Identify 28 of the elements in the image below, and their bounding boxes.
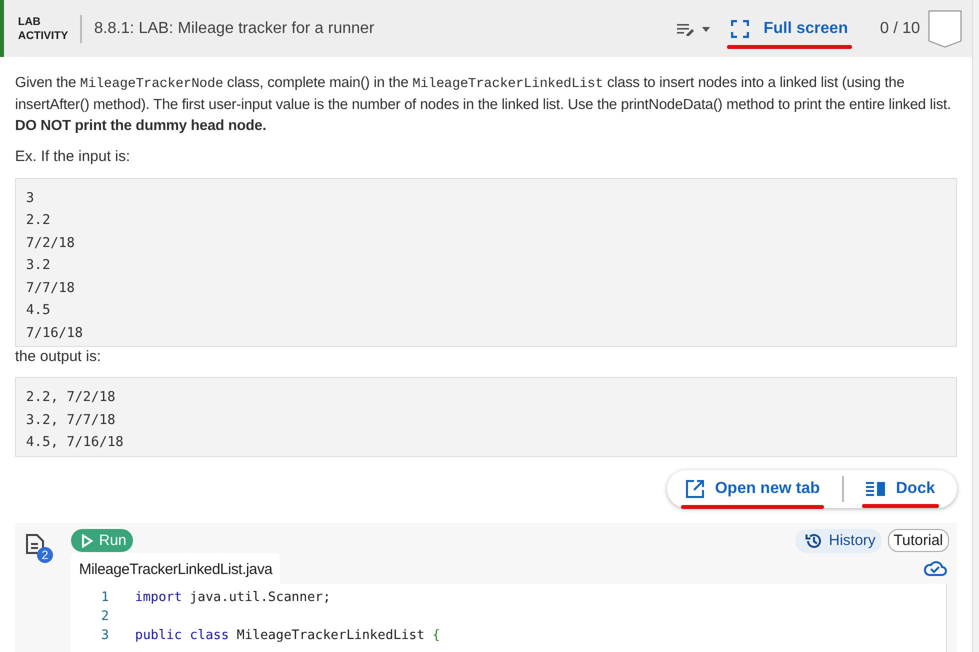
score-text: 0 / 10 [880,20,920,38]
cloud-check-icon [923,559,947,577]
run-button[interactable]: Run [71,529,133,552]
tutorial-button[interactable]: Tutorial [888,529,949,552]
example-output-block: 2.2, 7/2/18 3.2, 7/7/18 4.5, 7/16/18 [15,377,957,456]
output-label: the output is: [15,348,102,365]
history-icon [804,532,823,550]
play-icon [81,534,93,548]
dock-panel-icon [866,480,886,496]
example-label: Ex. If the input is: [15,148,132,164]
line-number: 2 [100,608,109,624]
file-tab[interactable]: MileageTrackerLinkedList.java [71,552,280,584]
external-link-icon [684,478,705,498]
file-count-badge: 2 [37,546,53,562]
full-screen-button[interactable]: Full screen [727,20,852,38]
corners-expand-icon [731,20,750,38]
activity-title: 8.8.1: LAB: Mileage tracker for a runner [93,20,374,38]
lab-activity-label: LAB ACTIVITY [18,14,82,42]
line-number: 3 [100,628,109,642]
code-line: import java.util.Scanner; [135,590,331,604]
open-new-tab-button[interactable]: Open new tab [680,476,824,500]
history-button[interactable]: History [794,528,882,552]
dock-button[interactable]: Dock [862,478,939,500]
score-badge-icon [928,10,962,48]
example-input-block: 3 2.2 7/2/18 3.2 7/7/18 4.5 7/16/18 [15,178,957,347]
code-line: public class MileageTrackerLinkedList { [135,628,440,642]
instructions-text: Given the MileageTrackerNode class, complete main() in the MileageTrackerLinkedList class to insert nodes into a linked list (using the insertAfter() method). The first user-input value is the number of nodes in the linked list. Use the printNodeData() method to print the entire linked list. DO NOT print the dummy head node. [15,74,952,136]
line-number: 1 [100,590,109,604]
